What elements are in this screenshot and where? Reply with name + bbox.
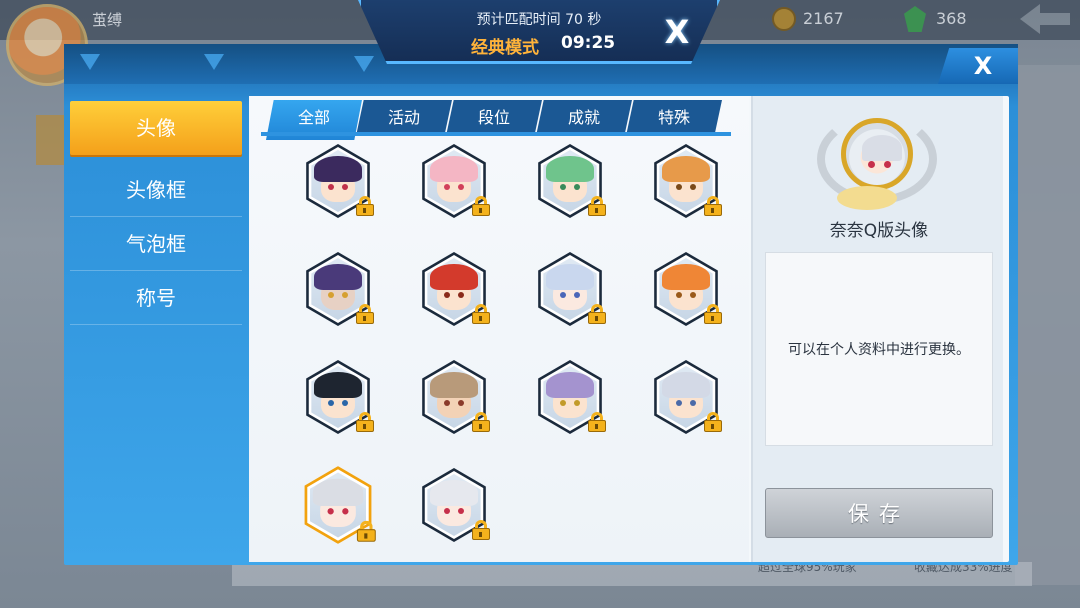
content-panel: 全部 活动 段位 成就 特殊 奈奈Q版头像 可以在个人资料中进行更换。 保存 — [249, 96, 1009, 562]
lock-icon — [587, 196, 607, 216]
avatar-description: 可以在个人资料中进行更换。 — [788, 342, 970, 358]
sidenav-item-bubble-frame[interactable]: 气泡框 — [70, 217, 242, 271]
avatar-option[interactable] — [301, 252, 375, 326]
coin-count: 2167 — [803, 9, 844, 28]
avatar-grid-area: 全部 活动 段位 成就 特殊 — [249, 96, 749, 562]
avatar-option[interactable] — [649, 252, 723, 326]
lock-icon — [471, 196, 491, 216]
character-hair — [546, 156, 594, 183]
lock-icon — [703, 412, 723, 432]
lock-icon — [355, 196, 375, 216]
avatar-preview — [817, 108, 937, 218]
pet-mascot-icon — [837, 186, 897, 210]
avatar-option[interactable] — [533, 360, 607, 434]
background-card — [36, 115, 66, 165]
lock-icon — [471, 520, 491, 540]
lock-icon — [703, 304, 723, 324]
category-sidenav: 头像 头像框 气泡框 称号 — [70, 101, 246, 325]
preview-avatar-name: 奈奈Q版头像 — [829, 221, 929, 241]
avatar-option[interactable] — [649, 360, 723, 434]
avatar-option[interactable] — [649, 144, 723, 218]
avatar-option[interactable] — [299, 466, 377, 544]
sidenav-item-title[interactable]: 称号 — [70, 271, 242, 325]
avatar-option[interactable] — [417, 252, 491, 326]
avatar-option[interactable] — [417, 468, 491, 542]
header-decoration — [80, 54, 100, 70]
avatar-grid — [249, 144, 749, 562]
character-hair — [313, 478, 363, 507]
tab-event[interactable]: 活动 — [356, 100, 452, 136]
avatar-option[interactable] — [301, 360, 375, 434]
sidenav-item-avatar[interactable]: 头像 — [70, 101, 242, 155]
character-hair — [662, 264, 710, 291]
header-decoration — [204, 54, 224, 70]
avatar-info-panel: 奈奈Q版头像 可以在个人资料中进行更换。 保存 — [751, 96, 1003, 562]
lock-icon — [587, 304, 607, 324]
avatar-selection-dialog: X 头像 头像框 气泡框 称号 全部 活动 段位 成就 特殊 奈奈Q版头像 可以… — [64, 44, 1018, 565]
character-hair — [546, 372, 594, 399]
player-username: 茧缚 — [92, 11, 123, 29]
character-hair — [314, 156, 362, 183]
avatar-option[interactable] — [301, 144, 375, 218]
lock-icon — [356, 520, 377, 542]
sidenav-item-avatar-frame[interactable]: 头像框 — [70, 163, 242, 217]
avatar-option[interactable] — [417, 144, 491, 218]
preview-eye — [868, 161, 875, 168]
tab-special[interactable]: 特殊 — [626, 100, 722, 136]
lock-icon — [587, 412, 607, 432]
character-hair — [314, 264, 362, 291]
character-hair — [546, 264, 594, 291]
lock-icon — [471, 304, 491, 324]
cancel-match-button[interactable]: X — [659, 14, 695, 50]
lock-icon — [355, 412, 375, 432]
save-button[interactable]: 保存 — [765, 488, 993, 538]
lock-icon — [703, 196, 723, 216]
avatar-option[interactable] — [533, 252, 607, 326]
preview-avatar-medal — [841, 118, 913, 190]
character-hair — [662, 372, 710, 399]
preview-eye — [884, 161, 891, 168]
close-dialog-button[interactable]: X — [938, 48, 1018, 84]
avatar-option[interactable] — [533, 144, 607, 218]
matchmaking-banner: 预计匹配时间 70 秒 经典模式 09:25 X — [358, 0, 720, 64]
tab-underline — [261, 132, 731, 136]
match-timer: 09:25 — [561, 33, 616, 53]
lock-icon — [471, 412, 491, 432]
gem-count: 368 — [936, 9, 967, 28]
character-hair — [430, 372, 478, 399]
preview-hair — [862, 135, 902, 161]
background-bottom-bar — [232, 562, 1032, 586]
description-box: 可以在个人资料中进行更换。 — [765, 252, 993, 446]
character-hair — [430, 264, 478, 291]
tab-rank[interactable]: 段位 — [446, 100, 542, 136]
coin-icon — [772, 7, 796, 31]
avatar-option[interactable] — [417, 360, 491, 434]
background-side-panel — [1015, 65, 1080, 585]
character-hair — [662, 156, 710, 183]
lock-icon — [355, 304, 375, 324]
match-mode-label: 经典模式 — [471, 38, 539, 58]
character-hair — [430, 480, 478, 507]
tab-achievement[interactable]: 成就 — [536, 100, 632, 136]
header-decoration — [354, 56, 374, 72]
character-hair — [430, 156, 478, 183]
character-hair — [314, 372, 362, 399]
